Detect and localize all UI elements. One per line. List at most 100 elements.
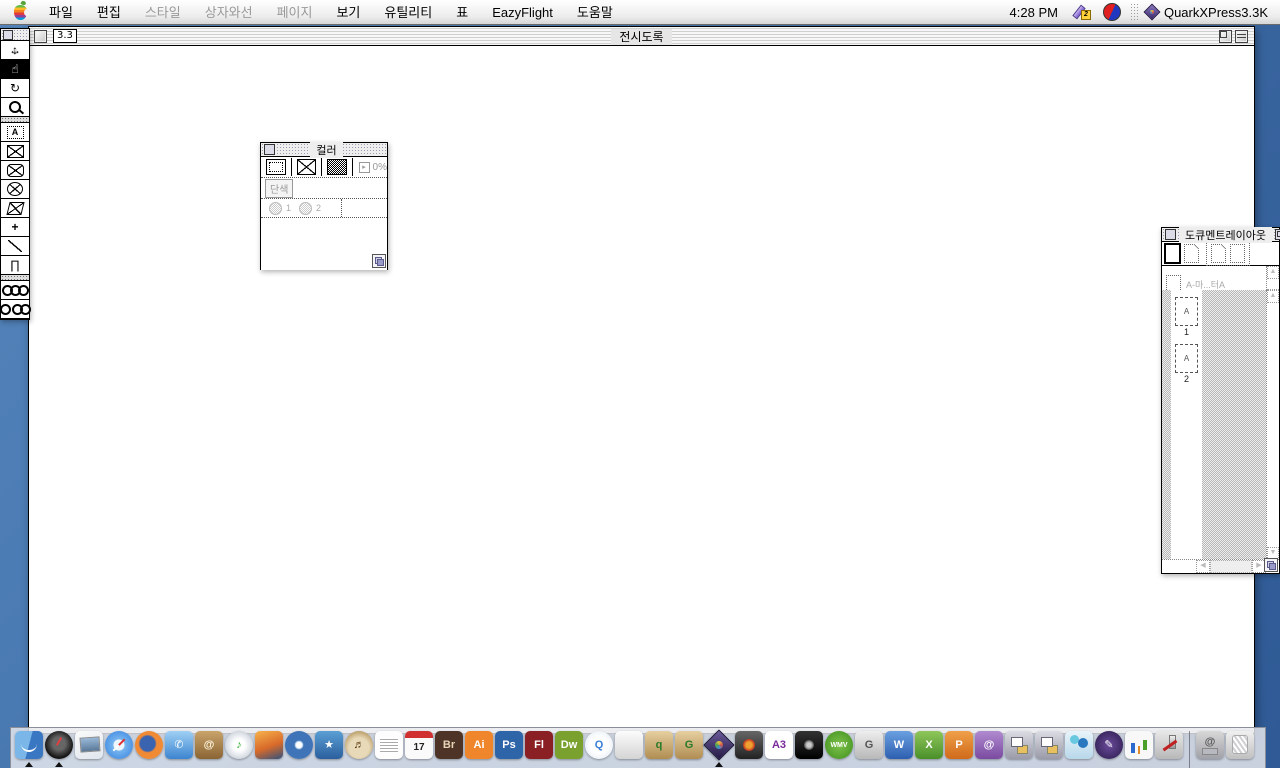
- dock-icon-installer-g[interactable]: G: [675, 731, 703, 759]
- dock-icon-stamp[interactable]: @: [1196, 731, 1224, 759]
- polygon-picture-box-tool[interactable]: [1, 199, 29, 218]
- dock-icon-messenger[interactable]: [1065, 731, 1093, 759]
- color-list[interactable]: [261, 218, 387, 270]
- dock-icon-word[interactable]: W: [885, 731, 913, 759]
- menu-item-view[interactable]: 보기: [324, 1, 372, 24]
- scroll-left-icon[interactable]: ◀: [1196, 560, 1210, 573]
- dock-icon-preview[interactable]: [75, 731, 103, 759]
- tool-palette-titlebar[interactable]: [1, 29, 29, 41]
- menu-item-file[interactable]: 파일: [37, 1, 85, 24]
- shade-control[interactable]: ▸ 0%: [359, 162, 387, 173]
- document-titlebar[interactable]: 3.3 전시도록: [29, 27, 1254, 46]
- pencil-input-icon[interactable]: 2: [1074, 4, 1091, 20]
- orthogonal-line-tool[interactable]: +: [1, 218, 29, 237]
- dock-icon-trash[interactable]: [1226, 731, 1254, 759]
- color-swatch-icon[interactable]: [299, 202, 312, 215]
- dock-icon-entourage[interactable]: @: [975, 731, 1003, 759]
- dock-icon-ichat[interactable]: ✆: [165, 731, 193, 759]
- oval-picture-box-tool[interactable]: [1, 180, 29, 199]
- zoom-box[interactable]: [1219, 30, 1232, 43]
- menu-item-table[interactable]: 표: [444, 1, 480, 24]
- dock-icon-a3-app[interactable]: A3: [765, 731, 793, 759]
- dock-icon-safari[interactable]: [105, 731, 133, 759]
- dock-icon-tools[interactable]: [1155, 731, 1183, 759]
- dock-icon-address-book[interactable]: @: [195, 731, 223, 759]
- rotate-tool[interactable]: ↻: [1, 79, 29, 98]
- delete-page-icon[interactable]: [1230, 244, 1245, 263]
- dock-icon-painter[interactable]: ✎: [1095, 731, 1123, 759]
- dock-icon-dreamweaver[interactable]: Dw: [555, 731, 583, 759]
- page-thumbnail[interactable]: A: [1175, 344, 1198, 373]
- color-swatch-icon[interactable]: [269, 202, 282, 215]
- application-menu[interactable]: QuarkXPress3.3K: [1141, 5, 1280, 20]
- scroll-up-icon[interactable]: ▲: [1267, 266, 1279, 279]
- dock-icon-garageband[interactable]: ♬: [345, 731, 373, 759]
- dock-icon-finder[interactable]: [15, 731, 43, 759]
- close-box[interactable]: [264, 144, 275, 155]
- text-box-tool[interactable]: A: [1, 123, 29, 142]
- solid-color-button[interactable]: 단색: [265, 179, 293, 198]
- zoom-tool[interactable]: [1, 98, 29, 117]
- duplicate-page-icon[interactable]: [1211, 244, 1226, 263]
- dock-icon-quark[interactable]: [705, 731, 733, 759]
- dock-icon-imovie[interactable]: ★: [315, 731, 343, 759]
- dock-icon-dashboard[interactable]: [45, 731, 73, 759]
- page-thumbnail[interactable]: A: [1175, 297, 1198, 326]
- item-tool[interactable]: [1, 41, 29, 60]
- zoom-box[interactable]: [1275, 229, 1280, 240]
- dock-icon-photoshop[interactable]: Ps: [495, 731, 523, 759]
- dock-icon-itunes[interactable]: ♪: [225, 731, 253, 759]
- rect-picture-box-tool[interactable]: [1, 142, 29, 161]
- close-box[interactable]: [3, 30, 13, 40]
- dock-icon-adobe-bridge[interactable]: Br: [435, 731, 463, 759]
- dock-icon-excel[interactable]: X: [915, 731, 943, 759]
- dock-icon-chart[interactable]: [1125, 731, 1153, 759]
- dock-icon-quicktime[interactable]: Q: [585, 731, 613, 759]
- text-path-tool[interactable]: ∏: [1, 256, 29, 275]
- dock-icon-front-row[interactable]: [615, 731, 643, 759]
- windowshade-box[interactable]: [1235, 30, 1248, 43]
- blank-single-page-icon[interactable]: [1164, 243, 1181, 264]
- document-page[interactable]: [29, 46, 1254, 733]
- dock-icon-installer-q[interactable]: q: [645, 731, 673, 759]
- menu-item-eazyflight[interactable]: EazyFlight: [480, 1, 565, 24]
- frame-color-button[interactable]: [266, 159, 286, 175]
- dock-icon-powerpoint[interactable]: P: [945, 731, 973, 759]
- dock-icon-idvd[interactable]: [285, 731, 313, 759]
- contents-color-button[interactable]: [297, 159, 317, 175]
- menu-clock[interactable]: 4:28 PM: [1000, 5, 1068, 20]
- menu-item-utilities[interactable]: 유틸리티: [372, 1, 444, 24]
- menu-item-help[interactable]: 도움말: [565, 1, 625, 24]
- unlink-tool[interactable]: [1, 300, 29, 319]
- close-box[interactable]: [1165, 229, 1176, 240]
- dock-icon-flash[interactable]: Fl: [525, 731, 553, 759]
- dock-icon-sync[interactable]: [1005, 731, 1033, 759]
- korean-input-swirl-icon[interactable]: [1103, 3, 1121, 21]
- menu-item-edit[interactable]: 편집: [85, 1, 133, 24]
- link-tool[interactable]: [1, 281, 29, 300]
- dock-icon-textedit[interactable]: [375, 731, 403, 759]
- apple-menu[interactable]: [0, 5, 37, 20]
- dock-icon-flip4mac-wmv[interactable]: WMV: [825, 731, 853, 759]
- dock-icon-ical[interactable]: 17: [405, 731, 433, 759]
- dock-icon-graphicconverter[interactable]: G: [855, 731, 883, 759]
- document-layout-titlebar[interactable]: 도큐멘트레이아웃: [1162, 228, 1279, 242]
- scrollbar-track[interactable]: [1210, 560, 1252, 573]
- dock-icon-sync[interactable]: [1035, 731, 1063, 759]
- colors-palette-titlebar[interactable]: 컬러: [261, 143, 387, 157]
- background-color-button[interactable]: [327, 159, 347, 175]
- pages-horizontal-scrollbar[interactable]: ◀ ▶: [1162, 559, 1279, 573]
- diagonal-line-tool[interactable]: [1, 237, 29, 256]
- pages-vertical-scrollbar[interactable]: ▲ ▼: [1266, 290, 1279, 560]
- content-tool[interactable]: ☝: [1, 60, 29, 79]
- resize-grip[interactable]: [1264, 558, 1278, 572]
- dock-icon-illustrator[interactable]: Ai: [465, 731, 493, 759]
- resize-grip[interactable]: [372, 254, 386, 268]
- dock-icon-projector[interactable]: [795, 731, 823, 759]
- scroll-up-icon[interactable]: ▲: [1267, 290, 1279, 303]
- blank-facing-page-icon[interactable]: [1184, 244, 1199, 263]
- dock-icon-iphoto[interactable]: [255, 731, 283, 759]
- rounded-rect-picture-box-tool[interactable]: [1, 161, 29, 180]
- dock-icon-firefox[interactable]: [135, 731, 163, 759]
- dock-icon-toast[interactable]: [735, 731, 763, 759]
